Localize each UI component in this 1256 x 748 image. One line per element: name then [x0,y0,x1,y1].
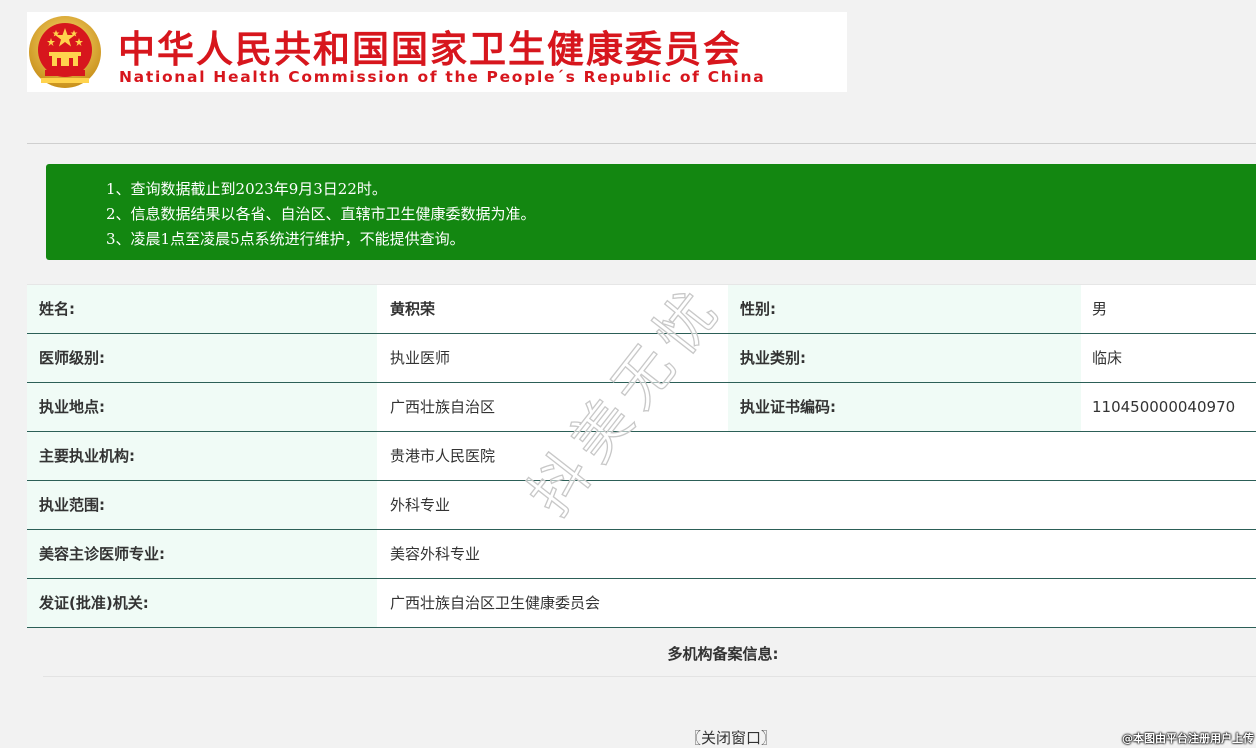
level-value: 执业医师 [377,334,728,382]
site-title-cn: 中华人民共和国国家卫生健康委员会 [118,28,742,71]
cosmetic-value: 美容外科专业 [377,530,1256,578]
name-value: 黄积荣 [377,285,728,333]
national-emblem-icon [29,16,101,88]
gender-label: 性别: [728,285,1081,333]
location-value: 广西壮族自治区 [377,383,728,431]
site-title-en: National Health Commission of the People… [119,68,766,86]
notice-line: 2、信息数据结果以各省、自治区、直辖市卫生健康委数据为准。 [106,205,536,223]
cert-value: 110450000040970 [1081,383,1256,431]
multi-institution-title: 多机构备案信息: [667,645,779,663]
issuer-label: 发证(批准)机关: [27,579,377,627]
header-banner: 中华人民共和国国家卫生健康委员会 National Health Commiss… [27,12,847,92]
table-row: 执业范围: 外科专业 [27,481,1256,530]
scope-value: 外科专业 [377,481,1256,529]
level-label: 医师级别: [27,334,377,382]
name-label: 姓名: [27,285,377,333]
header-divider [27,143,1256,144]
notice-line: 1、查询数据截止到2023年9月3日22时。 [106,180,387,198]
doctor-info-table: 姓名: 黄积荣 性别: 男 医师级别: 执业医师 执业类别: 临床 执业地点: … [27,284,1256,628]
table-row: 发证(批准)机关: 广西壮族自治区卫生健康委员会 [27,579,1256,628]
issuer-value: 广西壮族自治区卫生健康委员会 [377,579,1256,627]
cosmetic-label: 美容主诊医师专业: [27,530,377,578]
category-label: 执业类别: [728,334,1081,382]
table-row: 主要执业机构: 贵港市人民医院 [27,432,1256,481]
institution-label: 主要执业机构: [27,432,377,480]
cert-label: 执业证书编码: [728,383,1081,431]
upload-watermark: @本图由平台注册用户上传 [1122,732,1254,745]
table-row: 医师级别: 执业医师 执业类别: 临床 [27,334,1256,383]
table-row: 美容主诊医师专业: 美容外科专业 [27,530,1256,579]
scope-label: 执业范围: [27,481,377,529]
gender-value: 男 [1081,285,1256,333]
notice-line: 3、凌晨1点至凌晨5点系统进行维护，不能提供查询。 [106,230,465,248]
institution-value: 贵港市人民医院 [377,432,1256,480]
close-window-link[interactable]: 〖关闭窗口〗 [686,727,776,748]
location-label: 执业地点: [27,383,377,431]
multi-divider [43,676,1256,677]
table-row: 姓名: 黄积荣 性别: 男 [27,284,1256,334]
notice-box: 1、查询数据截止到2023年9月3日22时。 2、信息数据结果以各省、自治区、直… [46,164,1256,260]
table-row: 执业地点: 广西壮族自治区 执业证书编码: 110450000040970 [27,383,1256,432]
category-value: 临床 [1081,334,1256,382]
